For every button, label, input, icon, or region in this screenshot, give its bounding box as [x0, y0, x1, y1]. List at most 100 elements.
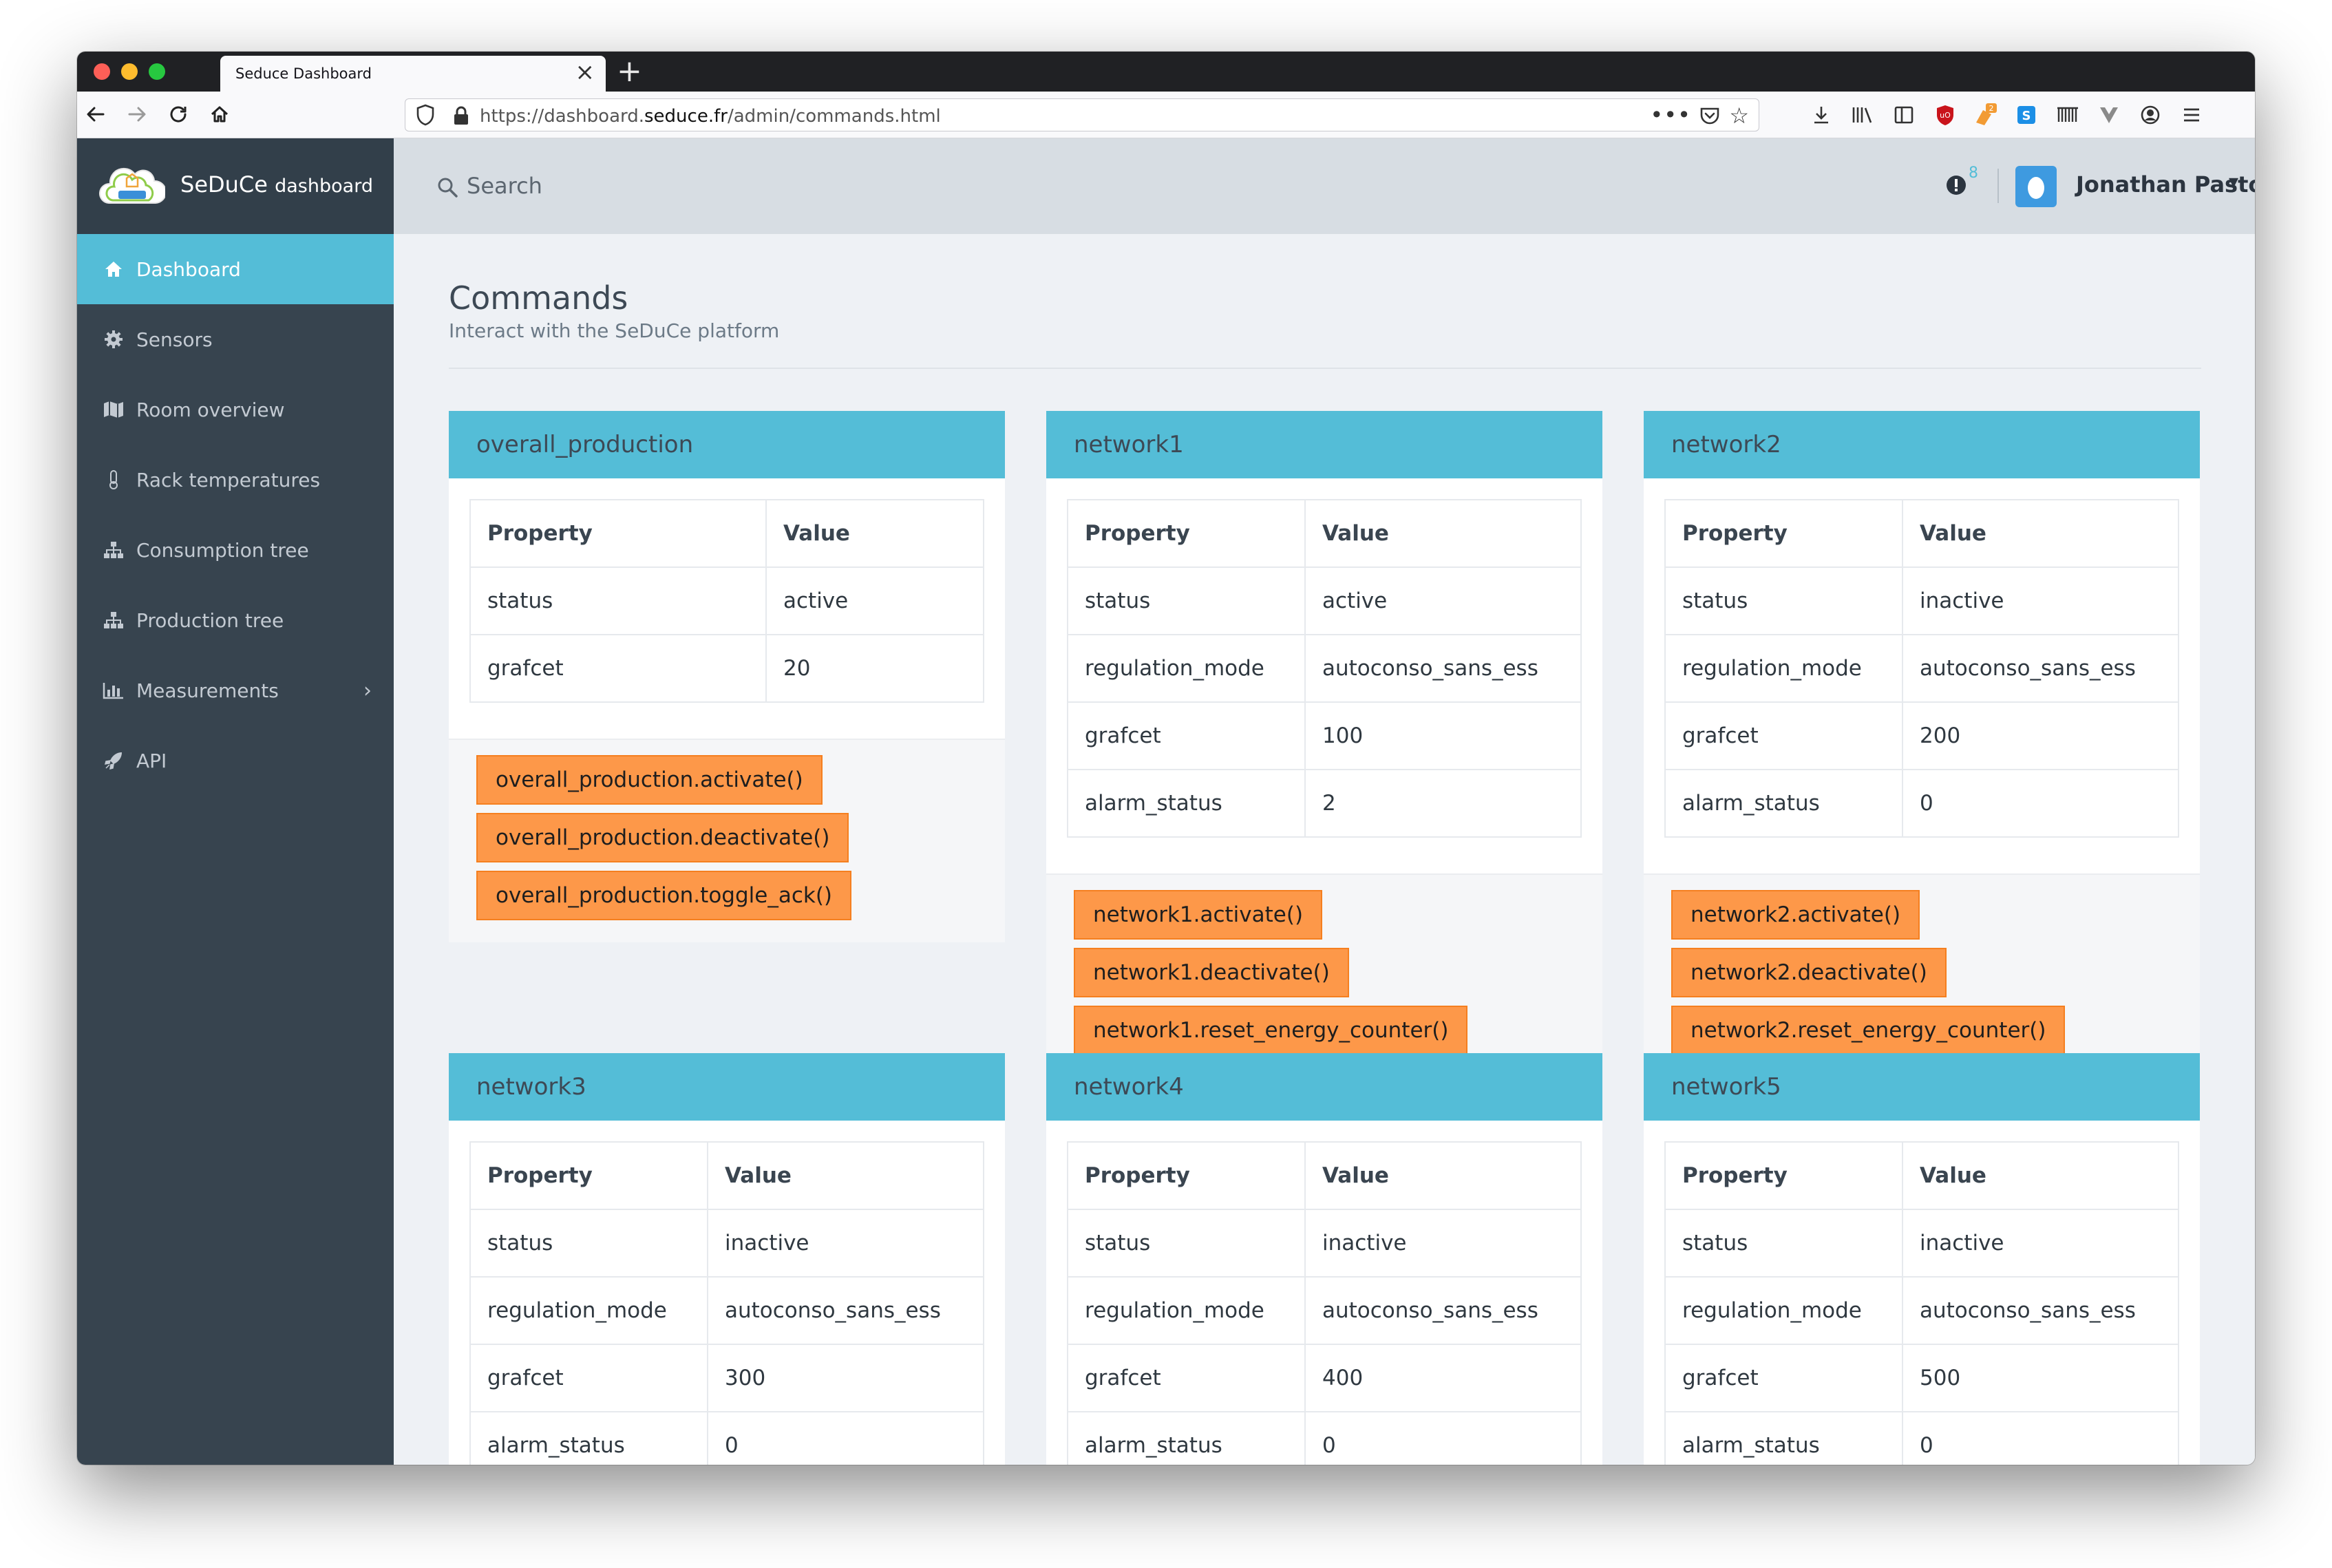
table-header-row: Property Value [1067, 1141, 1582, 1210]
table-row: status active [1067, 566, 1582, 635]
column-header-property: Property [1664, 1141, 1903, 1210]
command-buttons: network1.activate() network1.deactivate()… [1046, 873, 1602, 1077]
sidebar-item-measurements[interactable]: Measurements › [77, 655, 394, 725]
command-button[interactable]: network1.reset_energy_counter() [1074, 1006, 1468, 1055]
table-row: grafcet 300 [469, 1344, 984, 1412]
sidebar-item-label: Room overview [136, 398, 285, 421]
property-name: status [469, 566, 767, 635]
home-icon [102, 260, 125, 278]
command-button[interactable]: network2.reset_energy_counter() [1671, 1006, 2066, 1055]
avatar[interactable] [2015, 166, 2057, 207]
table-row: status inactive [1664, 1209, 2179, 1278]
browser-window: Seduce Dashboard × + https://dashboard.s… [77, 52, 2255, 1465]
page-title: Commands [449, 279, 628, 317]
command-card: overall_production Property Value status act… [449, 411, 1005, 942]
sidebar-item-sensors[interactable]: Sensors [77, 304, 394, 374]
table-row: grafcet 500 [1664, 1344, 2179, 1412]
download-icon[interactable] [1808, 101, 1835, 129]
command-card: network3 Property Value status inactive regul… [449, 1053, 1005, 1465]
web-page: SeDuCe dashboard Dashboard Sensors Room … [77, 138, 2255, 1465]
search-icon [438, 178, 458, 198]
ublock-icon[interactable]: uO [1931, 101, 1959, 129]
lock-icon[interactable] [452, 105, 470, 126]
column-header-value: Value [1902, 499, 2179, 568]
window-minimize-button[interactable] [121, 63, 138, 80]
page-actions-icon[interactable]: ••• [1650, 99, 1691, 131]
skype-extension-icon[interactable]: S [2013, 101, 2040, 129]
command-buttons: network2.activate() network2.deactivate()… [1644, 873, 2200, 1077]
forward-icon[interactable] [121, 98, 153, 130]
table-header-row: Property Value [1664, 1141, 2179, 1210]
avatar-egg-icon [2028, 177, 2044, 199]
window-close-button[interactable] [94, 63, 110, 80]
property-name: grafcet [469, 1344, 708, 1412]
table-row: alarm_status 0 [1067, 1411, 1582, 1465]
command-card: network4 Property Value status inactive regul… [1046, 1053, 1602, 1465]
property-table: Property Value status inactive regulation_mo… [1664, 499, 2179, 838]
search-input[interactable] [467, 170, 880, 202]
property-name: regulation_mode [1067, 634, 1306, 703]
reload-icon[interactable] [162, 98, 194, 130]
svg-text:S: S [2022, 109, 2031, 123]
chevron-right-icon: › [363, 678, 372, 703]
bar-chart-icon [102, 681, 125, 699]
back-icon[interactable] [80, 98, 112, 130]
table-row: status active [469, 566, 984, 635]
tab-close-icon[interactable]: × [575, 61, 595, 84]
column-header-value: Value [1304, 499, 1582, 568]
new-tab-icon[interactable]: + [617, 52, 642, 92]
command-button[interactable]: network2.activate() [1671, 890, 1920, 940]
table-row: grafcet 200 [1664, 701, 2179, 770]
property-value: 500 [1902, 1344, 2179, 1412]
property-value: active [765, 566, 984, 635]
title-divider [449, 368, 2201, 369]
account-icon[interactable] [2137, 101, 2164, 129]
table-row: regulation_mode autoconso_sans_ess [1067, 1276, 1582, 1345]
tracking-shield-icon[interactable] [415, 103, 436, 127]
column-header-value: Value [1902, 1141, 2179, 1210]
library-icon[interactable] [1849, 101, 1876, 129]
table-row: grafcet 400 [1067, 1344, 1582, 1412]
command-button[interactable]: overall_production.activate() [476, 755, 823, 805]
sidebar-item-consumption-tree[interactable]: Consumption tree [77, 515, 394, 585]
command-card: network1 Property Value status active regulat… [1046, 411, 1602, 1077]
brand[interactable]: SeDuCe dashboard [77, 138, 394, 234]
command-button[interactable]: overall_production.deactivate() [476, 813, 849, 862]
alert-icon[interactable] [1945, 174, 1967, 196]
property-value: 0 [1902, 1411, 2179, 1465]
command-button[interactable]: network2.deactivate() [1671, 948, 1947, 997]
extension-icon[interactable]: 2 [1971, 101, 1999, 129]
sidebar-item-label: API [136, 749, 167, 772]
bookmark-star-icon[interactable]: ☆ [1729, 102, 1749, 129]
command-button[interactable]: overall_production.toggle_ack() [476, 871, 852, 920]
menu-icon[interactable] [2178, 101, 2205, 129]
command-button[interactable]: network1.deactivate() [1074, 948, 1349, 997]
top-header: 8 Jonathan Pastor ▾ [394, 138, 2255, 234]
url-text[interactable]: https://dashboard.seduce.fr/admin/comman… [480, 106, 941, 127]
table-header-row: Property Value [469, 1141, 984, 1210]
sidebar-item-dashboard[interactable]: Dashboard [77, 234, 394, 304]
property-name: regulation_mode [1067, 1276, 1306, 1345]
sidebar-item-api[interactable]: API [77, 725, 394, 796]
home-icon[interactable] [204, 98, 235, 130]
vue-devtools-icon[interactable] [2095, 101, 2123, 129]
browser-tab[interactable]: Seduce Dashboard × [220, 56, 606, 92]
property-value: autoconso_sans_ess [1902, 1276, 2179, 1345]
column-header-value: Value [765, 499, 984, 568]
sidebar-toggle-icon[interactable] [1890, 101, 1918, 129]
sidebar-item-production-tree[interactable]: Production tree [77, 585, 394, 655]
gear-icon [102, 330, 125, 349]
address-bar[interactable]: https://dashboard.seduce.fr/admin/comman… [405, 98, 1759, 131]
window-maximize-button[interactable] [149, 63, 165, 80]
caret-down-icon[interactable]: ▾ [2229, 170, 2238, 193]
main-content: Commands Interact with the SeDuCe platfo… [394, 234, 2255, 1465]
barcode-icon[interactable] [2054, 101, 2081, 129]
sidebar-item-room-overview[interactable]: Room overview [77, 374, 394, 445]
sidebar-item-rack-temperatures[interactable]: Rack temperatures [77, 445, 394, 515]
column-header-property: Property [1664, 499, 1903, 568]
command-button[interactable]: network1.activate() [1074, 890, 1323, 940]
column-header-property: Property [469, 1141, 708, 1210]
user-name[interactable]: Jonathan Pastor [2076, 171, 2255, 198]
property-value: 100 [1304, 701, 1582, 770]
pocket-icon[interactable] [1699, 106, 1720, 125]
